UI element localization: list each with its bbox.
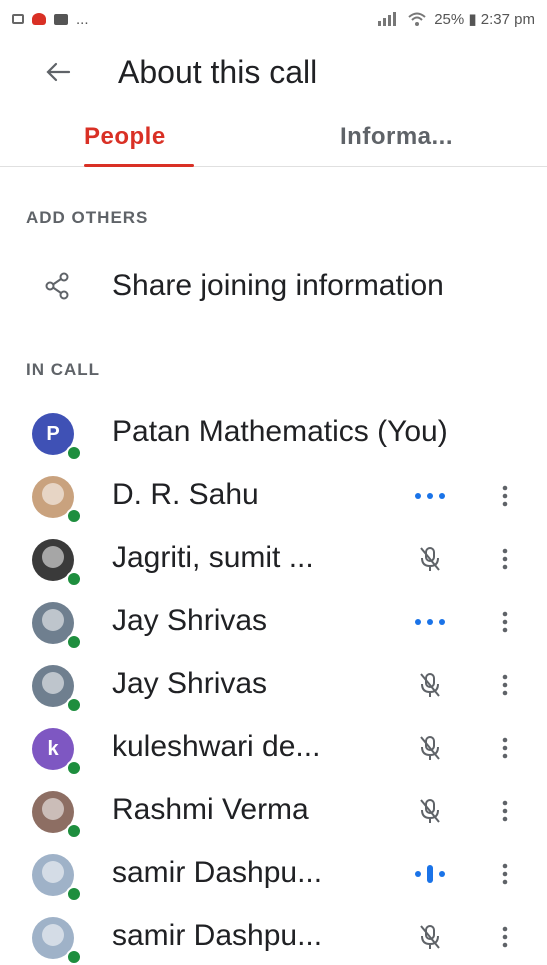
more-vert-icon [502,800,508,822]
participant-name: samir Dashpu... [112,856,323,889]
more-options-button[interactable] [490,478,520,514]
connecting-dots-icon [410,606,450,638]
participant-row[interactable]: samir Dashpu... [0,846,547,902]
more-vert-icon [502,611,508,633]
presence-dot [66,508,82,524]
more-vert-icon [502,863,508,885]
avatar-photo [42,483,64,505]
page-title: About this call [118,54,318,90]
mic-off-icon [410,795,450,827]
more-options-button[interactable] [490,730,520,766]
participant-row[interactable]: P Patan Mathematics (You) [0,405,547,461]
mic-off-icon [410,543,450,575]
section-add-others: ADD OTHERS [26,208,149,227]
share-joining-info-label: Share joining information [112,269,444,302]
wifi-icon [408,12,426,26]
avatar-photo [42,924,64,946]
status-left: ... [12,11,89,28]
participant-row[interactable]: Jagriti, sumit ... [0,531,547,587]
arrow-back-icon [46,62,71,82]
participant-name: Jay Shrivas [112,667,268,700]
participant-row[interactable]: Jay Shrivas [0,594,547,650]
app-bar: About this call [0,42,547,102]
back-button[interactable] [40,54,76,90]
participant-row[interactable]: samir Dashpu... [0,909,547,965]
status-right: 25% ▮ 2:37 pm [378,10,535,28]
status-time: 25% ▮ 2:37 pm [434,11,535,28]
section-in-call: IN CALL [26,360,101,379]
message-icon [54,13,68,25]
avatar-photo [42,672,64,694]
more-vert-icon [502,674,508,696]
participant-name: D. R. Sahu [112,478,259,511]
participant-row[interactable]: D. R. Sahu [0,468,547,524]
presence-dot [66,823,82,839]
presence-dot [66,445,82,461]
mic-off-icon [410,669,450,701]
mic-off-icon [410,921,450,953]
tab-information[interactable]: Informa... [340,108,453,166]
share-joining-info-row[interactable]: Share joining information [0,258,547,314]
participant-name: samir Dashpu... [112,919,323,952]
presence-dot [66,886,82,902]
connecting-dots-icon [410,480,450,512]
more-vert-icon [502,485,508,507]
more-vert-icon [502,737,508,759]
more-options-button[interactable] [490,667,520,703]
avatar-photo [42,546,64,568]
participant-row[interactable]: k kuleshwari de... [0,720,547,776]
more-options-button[interactable] [490,793,520,829]
participant-name: kuleshwari de... [112,730,321,763]
share-icon [45,272,69,300]
status-bar: ... 25% ▮ 2:37 pm [0,0,547,38]
speaking-icon [410,858,450,890]
avatar-photo [42,609,64,631]
more-notifications-text: ... [76,10,89,28]
avatar-photo [42,861,64,883]
presence-dot [66,697,82,713]
participant-name: Jay Shrivas [112,604,268,637]
participant-name: Jagriti, sumit ... [112,541,314,574]
presence-dot [66,760,82,776]
participant-row[interactable]: Jay Shrivas [0,657,547,713]
presence-dot [66,571,82,587]
tab-bar: People Informa... [0,108,547,167]
screen-icon [12,14,24,24]
signal-icon [378,12,397,26]
more-options-button[interactable] [490,604,520,640]
presence-dot [66,634,82,650]
participant-row[interactable]: Rashmi Verma [0,783,547,839]
more-vert-icon [502,926,508,948]
more-vert-icon [502,548,508,570]
participant-name: Patan Mathematics (You) [112,415,448,448]
avatar-photo [42,798,64,820]
tab-people[interactable]: People [84,108,166,166]
avatar-letter: P [46,422,60,445]
app-notification-icon [32,13,46,25]
mic-off-icon [410,732,450,764]
avatar-letter: k [47,737,59,760]
more-options-button[interactable] [490,856,520,892]
more-options-button[interactable] [490,919,520,955]
active-tab-indicator [84,164,194,167]
participant-name: Rashmi Verma [112,793,309,826]
more-options-button[interactable] [490,541,520,577]
